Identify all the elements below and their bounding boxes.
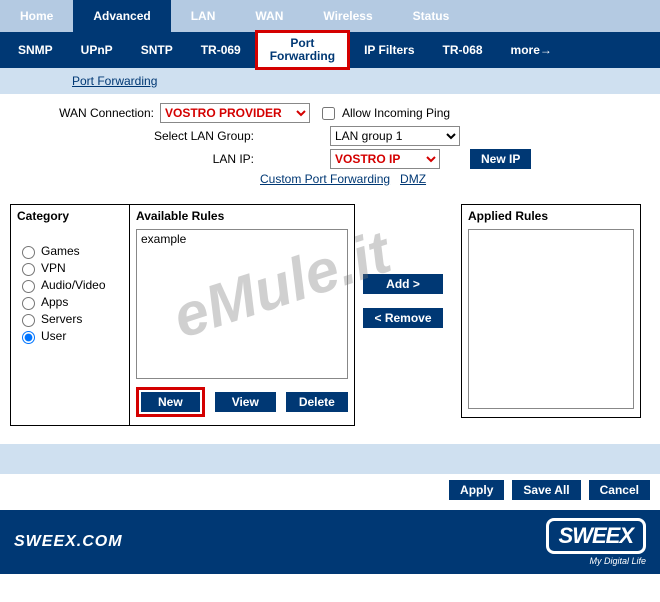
- new-ip-button[interactable]: New IP: [470, 149, 531, 169]
- content: WAN Connection: VOSTRO PROVIDER Allow In…: [0, 94, 660, 430]
- subtab-snmp[interactable]: SNMP: [4, 37, 67, 63]
- subtab-tr069[interactable]: TR-069: [187, 37, 255, 63]
- dmz-link[interactable]: DMZ: [400, 172, 426, 186]
- sweex-logo: SWEEX My Digital Life: [546, 518, 646, 566]
- tab-home[interactable]: Home: [0, 0, 73, 32]
- add-button[interactable]: Add >: [363, 274, 443, 294]
- allow-incoming-ping-label: Allow Incoming Ping: [342, 106, 450, 120]
- lan-ip-label: LAN IP:: [130, 152, 260, 166]
- action-row: Apply Save All Cancel: [0, 476, 660, 504]
- subtab-ip-filters[interactable]: IP Filters: [350, 37, 428, 63]
- category-servers[interactable]: Servers: [17, 311, 123, 327]
- cancel-button[interactable]: Cancel: [589, 480, 650, 500]
- sweex-tagline: My Digital Life: [589, 556, 646, 566]
- new-button[interactable]: New: [141, 392, 200, 412]
- wan-connection-select[interactable]: VOSTRO PROVIDER: [160, 103, 310, 123]
- available-rules-list[interactable]: example: [136, 229, 348, 379]
- new-button-highlight: New: [136, 387, 205, 417]
- subtab-upnp[interactable]: UPnP: [67, 37, 127, 63]
- applied-rules-box: Applied Rules: [461, 204, 641, 418]
- transfer-buttons: Add > < Remove: [363, 204, 453, 328]
- remove-button[interactable]: < Remove: [363, 308, 443, 328]
- lan-group-label: Select LAN Group:: [130, 129, 260, 143]
- footer: SWEEX.COM SWEEX My Digital Life: [0, 510, 660, 574]
- subtab-sntp[interactable]: SNTP: [127, 37, 187, 63]
- category-apps[interactable]: Apps: [17, 294, 123, 310]
- top-tabs: Home Advanced LAN WAN Wireless Status: [0, 0, 660, 32]
- breadcrumb-bar: Port Forwarding: [0, 68, 660, 94]
- applied-rules-title: Applied Rules: [468, 209, 634, 223]
- category-vpn[interactable]: VPN: [17, 260, 123, 276]
- applied-rules-list[interactable]: [468, 229, 634, 409]
- available-rules-box: Available Rules example New View Delete: [130, 204, 355, 426]
- lan-ip-select[interactable]: VOSTRO IP: [330, 149, 440, 169]
- bottom-bar: [0, 444, 660, 474]
- subtab-more[interactable]: more→: [497, 37, 566, 63]
- available-rules-title: Available Rules: [136, 209, 348, 223]
- save-all-button[interactable]: Save All: [512, 480, 580, 500]
- subtab-port-forwarding-label: PortForwarding: [270, 36, 335, 63]
- allow-incoming-ping-checkbox[interactable]: [322, 107, 335, 120]
- category-title: Category: [17, 209, 123, 223]
- available-rule-item[interactable]: example: [141, 232, 343, 246]
- breadcrumb-link[interactable]: Port Forwarding: [72, 74, 157, 88]
- sub-tabs: SNMP UPnP SNTP TR-069 PortForwarding IP …: [0, 32, 660, 68]
- category-user[interactable]: User: [17, 328, 123, 344]
- tab-status[interactable]: Status: [393, 0, 470, 32]
- subtab-tr068[interactable]: TR-068: [429, 37, 497, 63]
- footer-site: SWEEX.COM: [14, 533, 123, 551]
- rules-area: Category Games VPN Audio/Video Apps Serv…: [10, 204, 650, 426]
- tab-lan[interactable]: LAN: [171, 0, 236, 32]
- view-button[interactable]: View: [215, 392, 276, 412]
- tab-wireless[interactable]: Wireless: [303, 0, 392, 32]
- sweex-logo-text: SWEEX: [546, 518, 646, 554]
- category-games[interactable]: Games: [17, 243, 123, 259]
- tab-wan[interactable]: WAN: [235, 0, 303, 32]
- category-audio-video[interactable]: Audio/Video: [17, 277, 123, 293]
- custom-port-forwarding-link[interactable]: Custom Port Forwarding: [260, 172, 390, 186]
- subtab-port-forwarding[interactable]: PortForwarding: [255, 30, 350, 70]
- category-box: Category Games VPN Audio/Video Apps Serv…: [10, 204, 130, 426]
- delete-button[interactable]: Delete: [286, 392, 348, 412]
- tab-advanced[interactable]: Advanced: [73, 0, 170, 32]
- wan-connection-label: WAN Connection:: [10, 106, 160, 120]
- apply-button[interactable]: Apply: [449, 480, 504, 500]
- lan-group-select[interactable]: LAN group 1: [330, 126, 460, 146]
